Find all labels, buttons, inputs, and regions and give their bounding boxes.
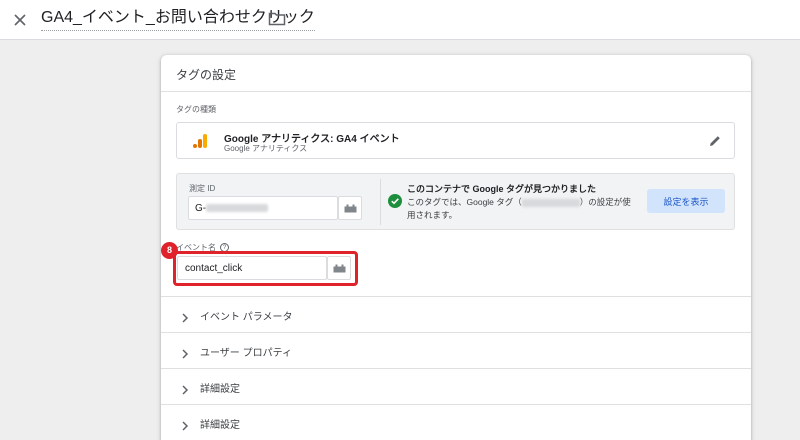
tag-configuration-card: タグの設定 タグの種類 Google アナリティクス: GA4 イベント Goo… xyxy=(161,55,751,440)
top-bar: GA4_イベント_お問い合わせクリック xyxy=(0,0,800,40)
tag-type-selector[interactable]: Google アナリティクス: GA4 イベント Google アナリティクス xyxy=(176,122,735,159)
section-user-properties[interactable]: ユーザー プロパティ xyxy=(161,332,751,368)
check-circle-icon xyxy=(388,194,402,208)
chevron-right-icon xyxy=(181,310,189,323)
section-label: イベント パラメータ xyxy=(200,312,293,323)
chevron-right-icon xyxy=(181,346,189,359)
section-label: ユーザー プロパティ xyxy=(200,348,292,359)
section-event-parameters[interactable]: イベント パラメータ xyxy=(161,296,751,332)
desc-text-before: このタグでは、Google タグ（ xyxy=(407,197,522,207)
section-label: 詳細設定 xyxy=(200,420,240,431)
measurement-panel: 測定 ID G- このコンテナで Google タグが見つかりました このタグで… xyxy=(176,173,735,230)
chevron-right-icon xyxy=(181,418,189,431)
chevron-right-icon xyxy=(181,382,189,395)
highlight-annotation xyxy=(173,251,358,286)
pencil-icon[interactable] xyxy=(708,134,722,148)
variable-icon xyxy=(344,204,356,212)
google-analytics-icon xyxy=(192,133,208,149)
step-number-badge: 8 xyxy=(161,242,178,259)
card-title: タグの設定 xyxy=(161,55,751,92)
redacted-value xyxy=(206,204,269,213)
redacted-tag-id xyxy=(521,198,580,207)
show-settings-button[interactable]: 設定を表示 xyxy=(647,189,725,213)
close-icon[interactable] xyxy=(9,9,31,31)
folder-icon[interactable] xyxy=(268,11,286,27)
google-tag-found-title: このコンテナで Google タグが見つかりました xyxy=(407,184,597,194)
tag-type-label: タグの種類 xyxy=(176,105,216,114)
tag-type-subtitle: Google アナリティクス xyxy=(224,144,308,153)
variable-picker-button[interactable] xyxy=(338,196,362,220)
section-label: 詳細設定 xyxy=(200,384,240,395)
section-advanced-settings[interactable]: 詳細設定 xyxy=(161,368,751,404)
section-advanced-settings-2[interactable]: 詳細設定 xyxy=(161,404,751,440)
google-tag-found-desc: このタグでは、Google タグ（ ）の設定が使用されます。 xyxy=(407,196,639,222)
measurement-id-label: 測定 ID xyxy=(189,184,216,193)
measurement-id-prefix: G- xyxy=(195,203,207,214)
divider xyxy=(380,179,381,225)
measurement-id-input[interactable]: G- xyxy=(188,196,338,220)
